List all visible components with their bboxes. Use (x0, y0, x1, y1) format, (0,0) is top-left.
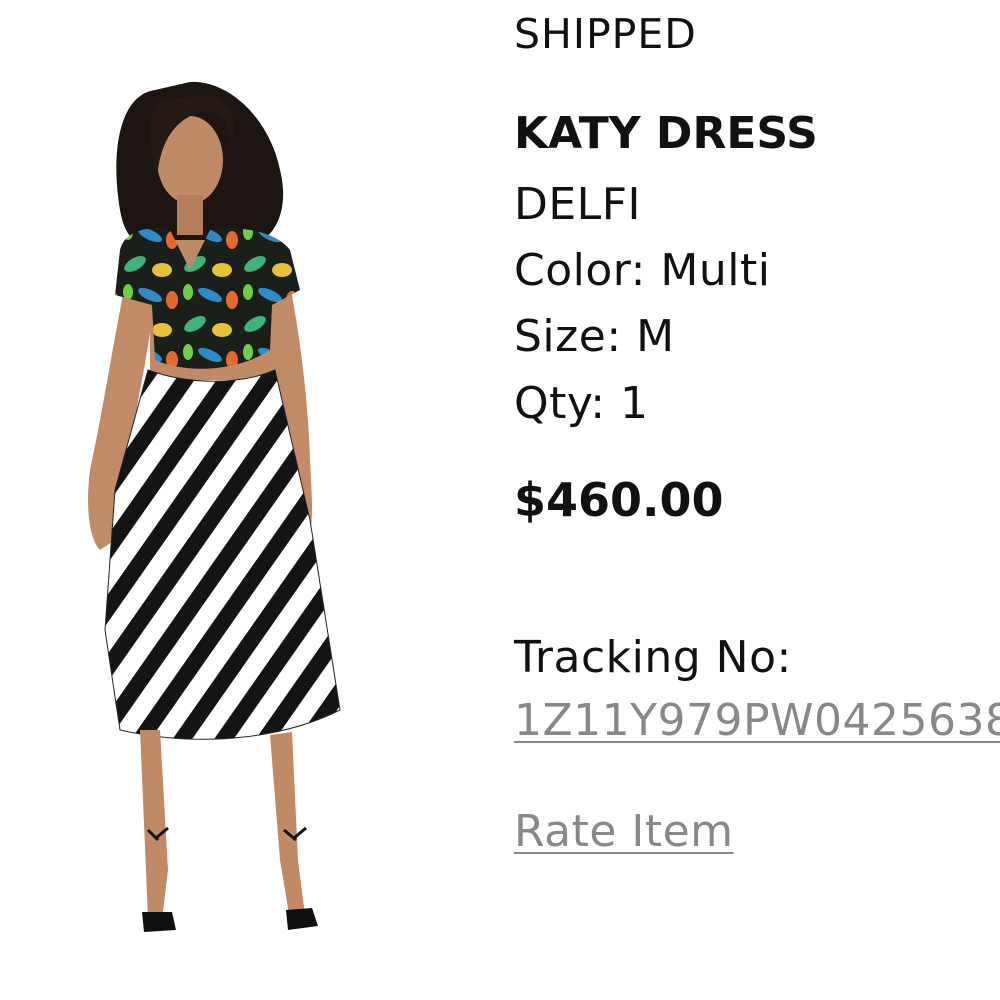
product-image[interactable] (60, 70, 380, 960)
order-item-card: SHIPPED KATY DRESS DELFI Color: Multi Si… (0, 0, 1000, 1000)
product-color: Color: Multi (514, 245, 771, 296)
order-item-details: SHIPPED KATY DRESS DELFI Color: Multi Si… (514, 0, 1000, 1000)
product-brand: DELFI (514, 179, 641, 230)
product-name[interactable]: KATY DRESS (514, 112, 818, 156)
order-status: SHIPPED (514, 10, 697, 58)
rate-item-link[interactable]: Rate Item (514, 810, 734, 854)
tracking-label: Tracking No: (514, 632, 792, 683)
tracking-number-link[interactable]: 1Z11Y979PW0425638 (514, 699, 1000, 743)
product-quantity: Qty: 1 (514, 378, 649, 429)
product-price: $460.00 (514, 473, 724, 527)
product-size: Size: M (514, 311, 675, 362)
dress-model-illustration (88, 81, 341, 932)
